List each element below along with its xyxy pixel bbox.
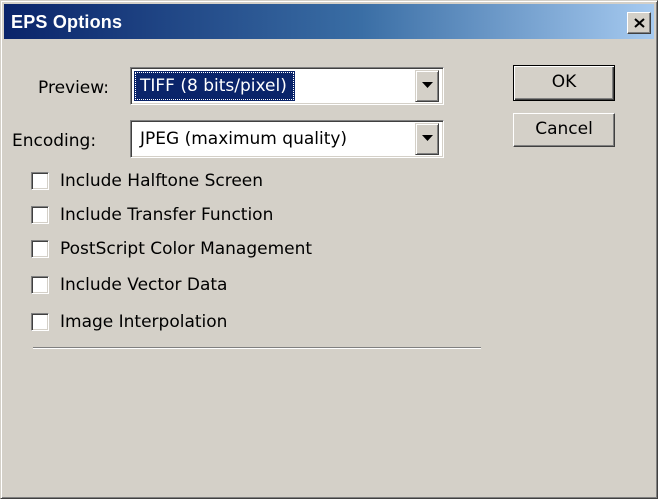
- preview-selected-value: TIFF (8 bits/pixel): [134, 71, 295, 101]
- checkbox[interactable]: [31, 240, 49, 258]
- option-label: Include Halftone Screen: [60, 171, 264, 191]
- close-button[interactable]: [627, 12, 651, 34]
- ok-button[interactable]: OK: [513, 65, 615, 101]
- option-label: Include Vector Data: [60, 275, 228, 295]
- separator: [33, 347, 481, 349]
- preview-dropdown-button[interactable]: [415, 70, 439, 102]
- encoding-dropdown-button[interactable]: [415, 123, 439, 155]
- checkbox[interactable]: [31, 313, 49, 331]
- cancel-button[interactable]: Cancel: [513, 113, 615, 147]
- title-bar[interactable]: EPS Options: [4, 4, 654, 39]
- encoding-selected-value: JPEG (maximum quality): [140, 129, 348, 149]
- encoding-select[interactable]: JPEG (maximum quality): [130, 120, 444, 158]
- checkbox[interactable]: [31, 172, 49, 190]
- option-label: Include Transfer Function: [60, 205, 274, 225]
- chevron-down-icon: [422, 135, 433, 141]
- close-icon: [634, 18, 645, 28]
- preview-label: Preview:: [38, 78, 109, 98]
- option-label: PostScript Color Management: [60, 239, 313, 259]
- option-label: Image Interpolation: [60, 312, 228, 332]
- checkbox[interactable]: [31, 206, 49, 224]
- window-title: EPS Options: [11, 12, 123, 32]
- encoding-label: Encoding:: [12, 131, 97, 151]
- checkbox[interactable]: [31, 276, 49, 294]
- chevron-down-icon: [422, 82, 433, 88]
- preview-select[interactable]: TIFF (8 bits/pixel): [130, 67, 444, 105]
- eps-options-dialog: EPS Options Preview: TIFF (8 bits/pixel)…: [0, 0, 658, 499]
